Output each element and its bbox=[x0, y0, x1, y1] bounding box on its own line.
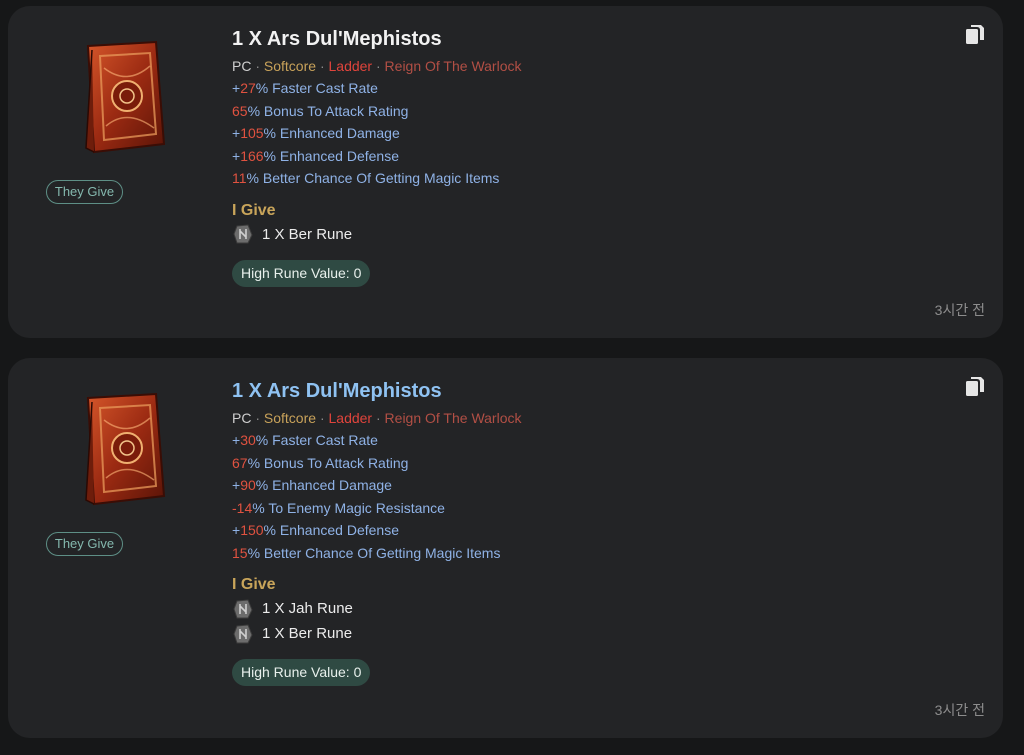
meta-separator: · bbox=[319, 58, 325, 74]
copy-icon[interactable] bbox=[965, 24, 985, 46]
they-give-badge: They Give bbox=[46, 532, 123, 556]
posted-time: 3시간 전 bbox=[934, 702, 985, 718]
stat-line: +150% Enhanced Defense bbox=[232, 519, 932, 542]
stat-text: % Enhanced Damage bbox=[255, 477, 392, 493]
stat-value: 150 bbox=[240, 522, 264, 538]
stat-text: % Enhanced Damage bbox=[263, 125, 400, 141]
high-rune-value-badge: High Rune Value: 0 bbox=[232, 259, 371, 287]
rune-icon bbox=[233, 224, 253, 244]
meta-separator: · bbox=[375, 58, 381, 74]
stat-list: +27% Faster Cast Rate 65% Bonus To Attac… bbox=[232, 77, 932, 190]
rune-label: 1 X Ber Rune bbox=[262, 225, 353, 243]
posted-time: 3시간 전 bbox=[934, 302, 985, 318]
stat-line: +90% Enhanced Damage bbox=[232, 474, 932, 497]
i-give-heading: I Give bbox=[232, 201, 276, 219]
rune-label: 1 X Jah Rune bbox=[262, 600, 353, 617]
ars-dul-mephistos-tome-icon bbox=[85, 40, 166, 154]
rune-item: 1 X Ber Rune bbox=[232, 621, 932, 646]
listing-title[interactable]: 1 X Ars Dul'Mephistos bbox=[232, 25, 932, 53]
meta-separator: · bbox=[319, 410, 325, 426]
stat-text: % Faster Cast Rate bbox=[255, 80, 378, 96]
stat-line: +105% Enhanced Damage bbox=[232, 122, 932, 145]
meta-mode: Softcore bbox=[263, 410, 317, 426]
rune-icon bbox=[233, 623, 253, 643]
stat-prefix: + bbox=[232, 432, 241, 448]
stat-value: 105 bbox=[240, 125, 264, 141]
stat-text: % Enhanced Defense bbox=[263, 522, 399, 538]
meta-platform: PC bbox=[232, 410, 252, 426]
stat-line: +27% Faster Cast Rate bbox=[232, 77, 932, 100]
stat-value: 11 bbox=[232, 170, 247, 186]
stat-value: -14 bbox=[232, 499, 253, 516]
stat-value: 90 bbox=[240, 477, 256, 493]
meta-season: Reign Of The Warlock bbox=[384, 58, 522, 74]
ars-dul-mephistos-tome-icon bbox=[85, 392, 166, 506]
stat-line: 67% Bonus To Attack Rating bbox=[232, 452, 932, 475]
they-give-badge: They Give bbox=[46, 180, 123, 204]
stat-line: +166% Enhanced Defense bbox=[232, 145, 932, 168]
listing-meta: PC · Softcore · Ladder · Reign Of The Wa… bbox=[232, 408, 932, 428]
meta-ladder: Ladder bbox=[328, 410, 373, 426]
meta-mode: Softcore bbox=[263, 58, 317, 74]
stat-text: % Better Chance Of Getting Magic Items bbox=[247, 544, 501, 561]
meta-separator: · bbox=[255, 58, 261, 74]
stat-line: +30% Faster Cast Rate bbox=[232, 429, 932, 452]
meta-season: Reign Of The Warlock bbox=[384, 410, 522, 426]
stat-text: % Bonus To Attack Rating bbox=[247, 102, 409, 119]
meta-ladder: Ladder bbox=[328, 58, 373, 74]
listing-meta: PC · Softcore · Ladder · Reign Of The Wa… bbox=[232, 56, 932, 76]
stat-value: 65 bbox=[232, 102, 248, 119]
stat-line: 15% Better Chance Of Getting Magic Items bbox=[232, 542, 932, 565]
rune-label: 1 X Ber Rune bbox=[262, 625, 353, 642]
stat-prefix: + bbox=[232, 147, 241, 164]
stat-value: 166 bbox=[240, 147, 264, 164]
rune-item: 1 X Ber Rune bbox=[232, 222, 932, 247]
stat-value: 67 bbox=[232, 454, 248, 471]
stat-line: 65% Bonus To Attack Rating bbox=[232, 100, 932, 123]
stat-text: % Better Chance Of Getting Magic Items bbox=[246, 170, 500, 186]
rune-item: 1 X Jah Rune bbox=[232, 596, 932, 621]
listing-title[interactable]: 1 X Ars Dul'Mephistos bbox=[232, 377, 932, 405]
stat-prefix: + bbox=[232, 80, 241, 96]
stat-prefix: + bbox=[232, 125, 241, 141]
stat-value: 30 bbox=[240, 432, 256, 448]
stat-list: +30% Faster Cast Rate 67% Bonus To Attac… bbox=[232, 429, 932, 564]
stat-line: -14% To Enemy Magic Resistance bbox=[232, 497, 932, 520]
trade-listing-card[interactable]: They Give 1 X Ars Dul'Mephistos PC · Sof… bbox=[8, 358, 1003, 738]
meta-separator: · bbox=[375, 410, 381, 426]
stat-prefix: + bbox=[232, 477, 241, 493]
stat-text: % Faster Cast Rate bbox=[255, 432, 378, 448]
stat-prefix: + bbox=[232, 522, 241, 538]
meta-separator: · bbox=[255, 410, 261, 426]
trade-listing-card[interactable]: They Give 1 X Ars Dul'Mephistos PC · Sof… bbox=[8, 6, 1003, 338]
meta-platform: PC bbox=[232, 58, 252, 74]
stat-text: % Bonus To Attack Rating bbox=[247, 454, 409, 471]
i-give-heading: I Give bbox=[232, 576, 276, 593]
stat-line: 11% Better Chance Of Getting Magic Items bbox=[232, 167, 932, 190]
stat-value: 27 bbox=[240, 80, 256, 96]
high-rune-value-badge: High Rune Value: 0 bbox=[232, 659, 371, 686]
stat-text: % To Enemy Magic Resistance bbox=[252, 499, 445, 516]
rune-icon bbox=[233, 598, 253, 618]
stat-value: 15 bbox=[232, 544, 248, 561]
stat-text: % Enhanced Defense bbox=[263, 147, 399, 164]
copy-icon[interactable] bbox=[965, 376, 985, 398]
